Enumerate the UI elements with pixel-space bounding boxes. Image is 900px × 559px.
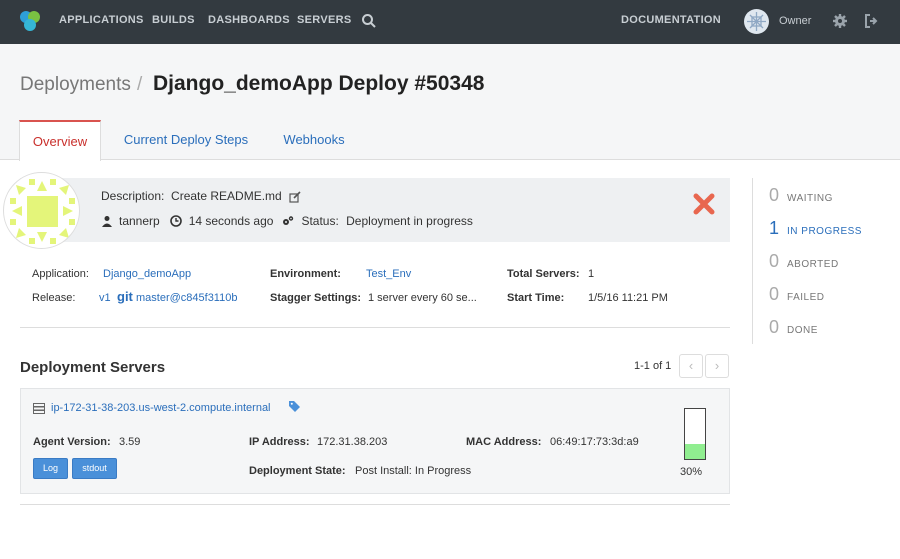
deployment-state-value: Post Install: In Progress [355,465,472,477]
waiting-count: 0 [769,185,780,205]
waiting-label: WAITING [787,193,833,204]
breadcrumb-separator: / [137,74,143,95]
in-progress-count: 1 [769,218,780,238]
stdout-button[interactable]: stdout [72,458,117,479]
search-icon[interactable] [361,13,377,29]
sign-out-icon[interactable] [864,13,880,29]
mac-address-label: MAC Address: [466,436,542,448]
environment-link[interactable]: Test_Env [366,268,411,280]
release-label: Release: [32,292,76,304]
progress-bar-fill [685,444,705,459]
aborted-label: ABORTED [787,259,839,270]
pagination-text: 1-1 of 1 [634,360,672,372]
edit-icon[interactable] [289,191,301,203]
user-icon [102,216,112,227]
in-progress-label: IN PROGRESS [787,226,862,237]
nav-documentation[interactable]: DOCUMENTATION [621,14,721,26]
tab-webhooks[interactable]: Webhooks [272,120,356,160]
tag-icon[interactable] [289,401,300,412]
status-done[interactable]: 0 DONE [769,317,818,338]
divider [20,327,730,328]
agent-version-label: Agent Version: [33,436,111,448]
done-count: 0 [769,317,780,337]
application-link[interactable]: Django_demoApp [103,268,191,280]
prev-page-button[interactable]: ‹ [679,354,703,378]
status-value: Deployment in progress [346,214,473,228]
status-waiting[interactable]: 0 WAITING [769,185,833,206]
status-failed[interactable]: 0 FAILED [769,284,824,305]
deployment-state-label: Deployment State: [249,465,346,477]
next-page-button[interactable]: › [705,354,729,378]
page-header: Deployments / Django_demoApp Deploy #503… [0,44,900,161]
release-ref-link[interactable]: master@c845f3110b [136,292,237,304]
failed-label: FAILED [787,292,825,303]
application-label: Application: [32,268,89,280]
aborted-count: 0 [769,251,780,271]
status-in-progress[interactable]: 1 IN PROGRESS [769,218,862,239]
server-icon [33,403,45,414]
failed-count: 0 [769,284,780,304]
clock-icon [169,215,182,227]
bottom-divider [20,504,730,505]
server-hostname-link[interactable]: ip-172-31-38-203.us-west-2.compute.inter… [51,402,271,414]
cancel-deploy-icon[interactable] [693,193,715,215]
deployment-servers-title: Deployment Servers [20,359,166,376]
gear-icon[interactable] [832,13,848,29]
nav-builds[interactable]: BUILDS [152,14,195,26]
user-identicon [3,172,80,249]
nav-servers[interactable]: SERVERS [297,14,351,26]
meta-line: tannerp 14 seconds ago Status: Deploymen… [101,214,473,228]
description-value: Create README.md [171,189,282,203]
deploy-summary [20,178,730,242]
deploy-user: tannerp [119,214,160,228]
page-title: Django_demoApp Deploy #50348 [153,72,485,95]
deploy-time: 14 seconds ago [188,214,274,228]
tab-current-deploy-steps[interactable]: Current Deploy Steps [112,120,260,160]
logo-icon[interactable] [17,8,43,34]
description-label: Description: [101,189,165,203]
status-label: Status: [301,214,339,228]
stagger-label: Stagger Settings: [270,292,362,304]
progress-bar [684,408,706,460]
status-aborted[interactable]: 0 ABORTED [769,251,839,272]
release-version[interactable]: v1 [99,292,111,304]
avatar[interactable] [744,9,769,34]
mac-address-value: 06:49:17:73:3d:a9 [550,436,639,448]
start-time-value: 1/5/16 11:21 PM [588,292,668,304]
cogs-icon [283,216,294,225]
done-label: DONE [787,325,818,336]
git-icon: git [117,289,133,304]
description-line: Description: Create README.md [101,189,301,203]
total-servers-label: Total Servers: [507,268,580,280]
ip-address-label: IP Address: [249,436,310,448]
total-servers-value: 1 [588,268,595,280]
progress-text: 30% [680,466,703,478]
log-button[interactable]: Log [33,458,68,479]
top-navbar: APPLICATIONS BUILDS DASHBOARDS SERVERS D… [0,0,900,44]
nav-dashboards[interactable]: DASHBOARDS [208,14,290,26]
stagger-value: 1 server every 60 se... [368,292,477,304]
user-name[interactable]: Owner [779,15,811,27]
environment-label: Environment: [270,268,341,280]
ip-address-value: 172.31.38.203 [317,436,388,448]
agent-version-value: 3.59 [119,436,141,448]
start-time-label: Start Time: [507,292,565,304]
status-divider [752,178,753,344]
breadcrumb-deployments[interactable]: Deployments [20,74,131,96]
nav-applications[interactable]: APPLICATIONS [59,14,144,26]
tab-overview[interactable]: Overview [19,120,101,161]
